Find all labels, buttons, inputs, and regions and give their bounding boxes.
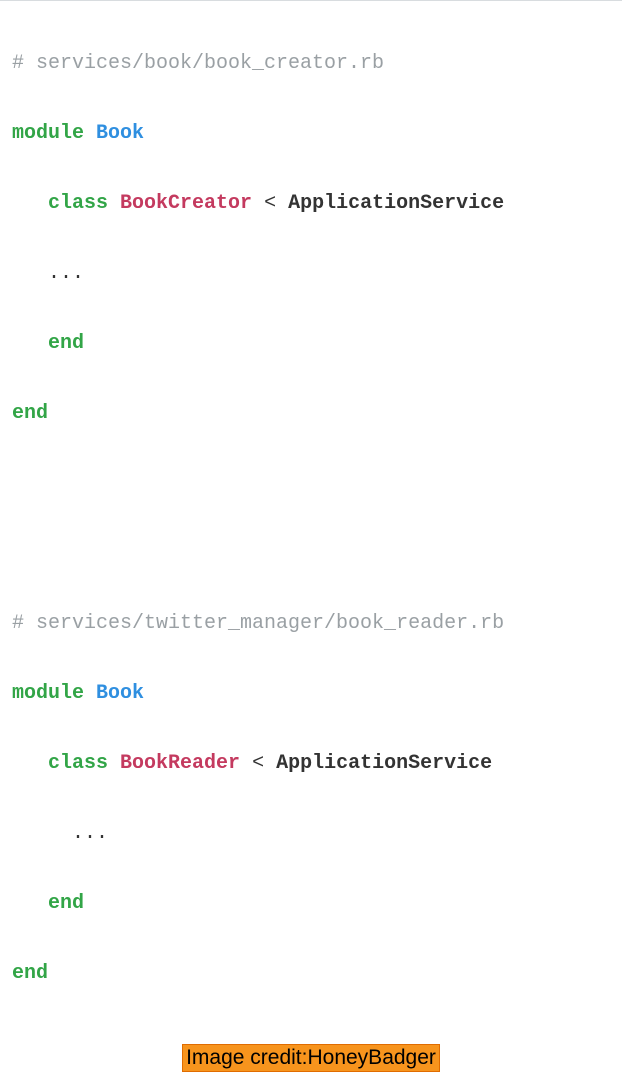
less-than: < xyxy=(264,192,276,215)
comment-line: # services/twitter_manager/book_reader.r… xyxy=(12,612,504,635)
keyword-end: end xyxy=(12,962,48,985)
keyword-end: end xyxy=(48,332,84,355)
keyword-end: end xyxy=(48,892,84,915)
image-credit: Image credit:HoneyBadger xyxy=(182,1044,440,1072)
keyword-class: class xyxy=(48,752,108,775)
keyword-module: module xyxy=(12,682,84,705)
code-block: # services/book/book_creator.rb module B… xyxy=(0,0,622,1026)
ellipsis: ... xyxy=(72,822,108,845)
keyword-end: end xyxy=(12,402,48,425)
parent-class: ApplicationService xyxy=(288,192,504,215)
keyword-module: module xyxy=(12,122,84,145)
module-name: Book xyxy=(96,122,144,145)
less-than: < xyxy=(252,752,264,775)
class-name: BookCreator xyxy=(120,192,252,215)
module-name: Book xyxy=(96,682,144,705)
keyword-class: class xyxy=(48,192,108,215)
parent-class: ApplicationService xyxy=(276,752,492,775)
ellipsis: ... xyxy=(48,262,84,285)
credit-container: Image credit:HoneyBadger xyxy=(0,1044,622,1072)
comment-line: # services/book/book_creator.rb xyxy=(12,52,384,75)
class-name: BookReader xyxy=(120,752,240,775)
